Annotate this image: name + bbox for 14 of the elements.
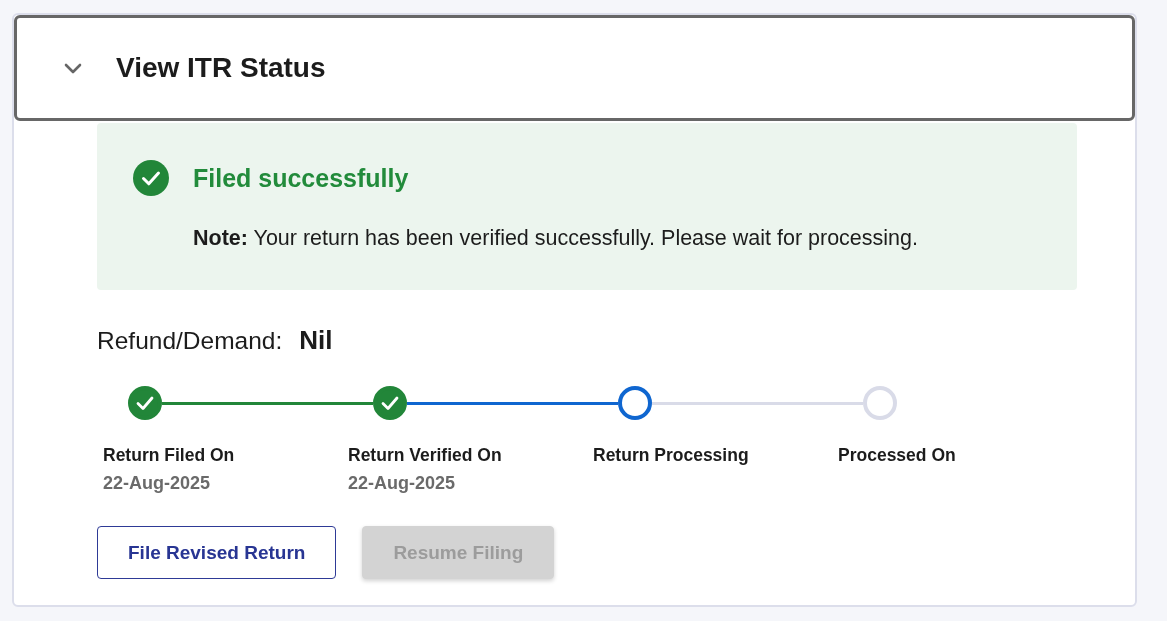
- step-date: 22-Aug-2025: [103, 472, 211, 495]
- refund-value: Nil: [299, 325, 333, 356]
- outline-button[interactable]: File Revised Return: [97, 526, 337, 579]
- alert-title: Filed successfully: [193, 163, 409, 193]
- section-title: View ITR Status: [116, 52, 326, 84]
- refund-label: Refund/Demand:: [97, 327, 283, 355]
- alert-note: Note: Your return has been verified successfully. Please wait for processing.: [193, 225, 919, 251]
- accordion-header[interactable]: View ITR Status: [14, 15, 1135, 121]
- step-label: Return Verified On: [348, 444, 502, 467]
- step-label: Processed On: [838, 444, 956, 467]
- step-label: Return Filed On: [103, 444, 235, 467]
- step-label: Return Processing: [593, 444, 749, 467]
- check-circle-icon: [133, 160, 169, 196]
- step-date: 22-Aug-2025: [348, 472, 456, 495]
